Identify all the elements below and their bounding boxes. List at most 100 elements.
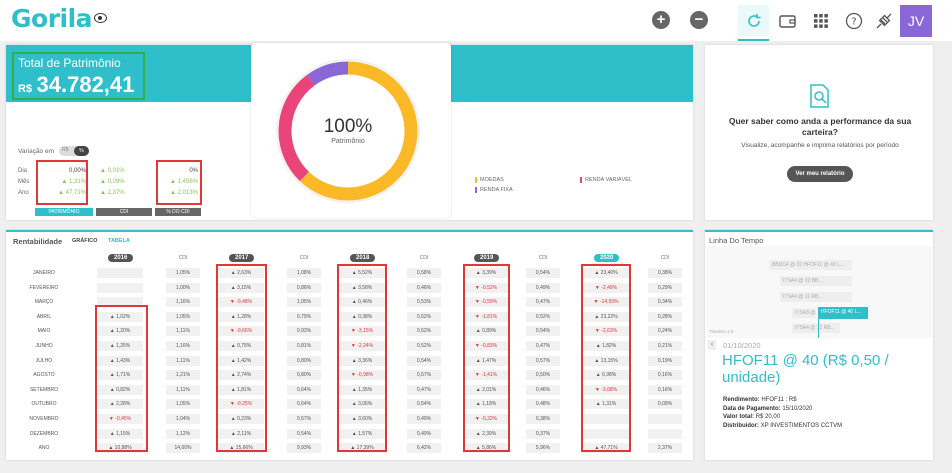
- total-value: R$ 34.782,41: [18, 72, 135, 97]
- cdi-cell: 1,21%: [166, 370, 200, 381]
- cdi-cell: 5,96%: [526, 443, 560, 454]
- cdi-cell: 0,47%: [407, 384, 441, 395]
- cdi-cell: 0,34%: [648, 297, 682, 308]
- col-label-patrimonio: PATRIMÔNIO: [35, 208, 93, 216]
- cdi-cell: [648, 414, 682, 424]
- cdi-header: CDI: [178, 255, 188, 261]
- cdi-cell: [648, 428, 682, 439]
- cdi-cell: 0,37%: [526, 428, 560, 439]
- cdi-header: CDI: [419, 255, 429, 261]
- rentabilidade-title: Rentabilidade: [13, 237, 63, 246]
- chevron-left-icon[interactable]: ‹: [708, 340, 716, 350]
- top-bar: Gorila + − ? JV: [0, 0, 952, 41]
- cdi-cell: 0,49%: [407, 428, 441, 439]
- svg-text:?: ?: [851, 16, 856, 27]
- cdi-cell: 0,38%: [526, 414, 560, 424]
- report-button[interactable]: Ver meu relatório: [787, 166, 853, 182]
- year-header: 2017: [229, 254, 255, 262]
- month-label: ABRIL: [36, 313, 52, 320]
- plug-icon[interactable]: [868, 5, 899, 36]
- cdi-cell: 0,49%: [407, 414, 441, 424]
- timeline-bar-selected[interactable]: HFOF11 @ 40 L...: [818, 307, 868, 319]
- cdi-cell: 0,81%: [287, 341, 321, 351]
- month-label: MAIO: [37, 328, 51, 335]
- minus-icon[interactable]: −: [690, 11, 708, 29]
- cdi-cell: 0,28%: [648, 311, 682, 322]
- wallet-icon[interactable]: [772, 5, 803, 36]
- cdi-cell: 1,16%: [166, 341, 200, 351]
- cdi-cell: 0,64%: [287, 399, 321, 410]
- cdi-cell: 0,79%: [287, 311, 321, 322]
- timeline-details: Rendimento: HFOF11 : R$ Data de Pagament…: [723, 397, 843, 429]
- col-label-pct-cdi: % DO CDI: [155, 208, 201, 216]
- month-label: MARÇO: [34, 299, 54, 306]
- cdi-cell: 0,80%: [287, 370, 321, 381]
- month-label: JUNHO: [35, 343, 53, 349]
- cdi-cell: 14,00%: [166, 443, 200, 454]
- total-title: Total de Patrimônio: [18, 56, 121, 70]
- highlight-2017: [216, 264, 267, 452]
- grid-icon[interactable]: [805, 5, 836, 36]
- cdi-cell: 1,08%: [287, 268, 321, 278]
- tab-grafico[interactable]: GRÁFICO: [72, 238, 97, 244]
- timeline-cursor: [818, 319, 819, 338]
- variacao-label: Variação em: [18, 148, 55, 155]
- cdi-cell: 0,52%: [407, 341, 441, 351]
- cdi-cell: 0,64%: [287, 384, 321, 395]
- timeline-bar[interactable]: ITSA4 @ 11 RB...: [780, 292, 852, 302]
- highlight-2020: [581, 264, 631, 452]
- cdi-cell: 0,52%: [526, 311, 560, 322]
- avatar[interactable]: JV: [900, 5, 932, 37]
- cdi-header: CDI: [299, 255, 309, 261]
- row-labels: Dia Mês Ano: [18, 168, 30, 196]
- cdi-cell: 0,53%: [407, 297, 441, 308]
- timeline-bar[interactable]: ITSA4 @ 32 BB...: [780, 276, 852, 286]
- return-cell: [97, 282, 143, 293]
- cdi-cell: 1,12%: [166, 428, 200, 439]
- cdi-cell: 1,05%: [166, 268, 200, 278]
- year-header: 2019: [474, 254, 500, 262]
- tab-tabela[interactable]: TABELA: [108, 238, 130, 244]
- year-header: 2018: [350, 254, 376, 262]
- cdi-cell: 1,11%: [166, 326, 200, 337]
- cdi-cell: 1,05%: [166, 311, 200, 322]
- month-label: NOVEMBRO: [29, 416, 59, 422]
- cdi-cell: 0,93%: [287, 326, 321, 337]
- cdi-cell: 0,54%: [287, 428, 321, 439]
- cdi-header: CDI: [660, 255, 670, 261]
- year-header: 2016: [108, 254, 134, 262]
- timeline-bar[interactable]: ITSA3 @: [792, 308, 816, 318]
- cdi-cell: 0,46%: [407, 282, 441, 293]
- cdi-cell: 0,58%: [407, 268, 441, 278]
- timeline-bar[interactable]: BBDC4 @ 32 HFOF11 @ 40 L...: [769, 260, 852, 270]
- refresh-icon[interactable]: [738, 5, 769, 41]
- timeline-date: 01/10/2020: [723, 341, 761, 350]
- cdi-cell: 0,47%: [526, 341, 560, 351]
- legend-moedas: MOEDAS: [475, 177, 504, 183]
- gorila-logo[interactable]: Gorila: [11, 4, 93, 33]
- eye-icon[interactable]: [94, 13, 107, 23]
- timeline-title: Linha Do Tempo: [709, 236, 764, 245]
- highlight-2018: [337, 264, 387, 452]
- plus-icon[interactable]: +: [652, 11, 670, 29]
- month-label: SETEMBRO: [29, 386, 59, 393]
- cdi-cell: 0,80%: [287, 355, 321, 366]
- year-header: 2020: [594, 254, 620, 262]
- cdi-cell: 1,04%: [166, 414, 200, 424]
- cdi-cell: 1,00%: [166, 282, 200, 293]
- variacao-toggle[interactable]: R$ %: [59, 146, 89, 156]
- timeline-bar[interactable]: ITSA4 @ 12 RB...: [792, 323, 840, 333]
- timeline-marker: Timeline 2.0: [709, 329, 734, 334]
- month-label: AGOSTO: [33, 372, 55, 379]
- report-icon: [808, 84, 830, 113]
- cdi-cell: 0,49%: [526, 282, 560, 293]
- promo-text: Visualize, acompanhe e imprima relatório…: [741, 142, 899, 149]
- cdi-cell: 1,05%: [166, 399, 200, 410]
- cdi-cell: 1,11%: [166, 384, 200, 395]
- help-icon[interactable]: ?: [838, 5, 869, 36]
- month-label: DEZEMBRO: [29, 430, 59, 437]
- donut-label: Patrimônio: [331, 138, 365, 145]
- promo-title: Quer saber como anda a performance da su…: [728, 116, 912, 137]
- cdi-cell: 0,48%: [526, 399, 560, 410]
- cdi-cell: 0,57%: [287, 414, 321, 424]
